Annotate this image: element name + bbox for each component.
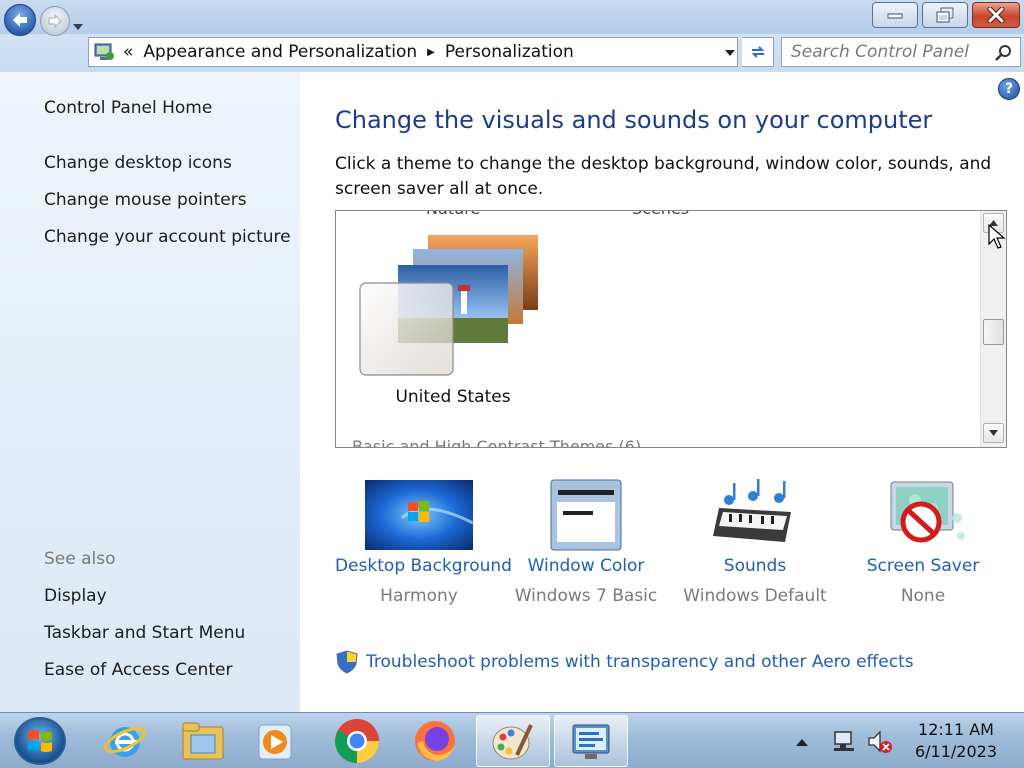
window-color-label[interactable]: Window Color: [512, 556, 660, 576]
help-icon[interactable]: ?: [998, 78, 1020, 100]
system-clock[interactable]: 12:11 AM 6/11/2023: [906, 719, 1006, 763]
breadcrumb-separator-icon[interactable]: ▶: [427, 47, 435, 58]
forward-arrow-icon: [48, 13, 62, 29]
search-box[interactable]: [781, 37, 1021, 67]
screen-saver-value: None: [900, 586, 946, 606]
control-panel-home-link[interactable]: Control Panel Home: [44, 98, 212, 118]
change-account-picture-link[interactable]: Change your account picture: [44, 227, 291, 247]
chrome-icon: [335, 719, 379, 763]
show-hidden-icons-icon[interactable]: [795, 737, 809, 747]
clock-date: 6/11/2023: [914, 742, 998, 761]
taskbar-chrome[interactable]: [320, 715, 394, 767]
window-color-setting[interactable]: Window Color Windows 7 Basic: [512, 478, 660, 606]
search-icon[interactable]: [994, 43, 1014, 63]
theme-scenes-label[interactable]: Scenes: [632, 211, 689, 218]
clock-time: 12:11 AM: [918, 720, 994, 739]
change-desktop-icons-link[interactable]: Change desktop icons: [44, 153, 232, 173]
chevron-down-icon: [725, 50, 735, 56]
address-dropdown-button[interactable]: [720, 45, 740, 61]
taskbar-media-player[interactable]: [238, 715, 312, 767]
uac-shield-icon: [336, 650, 358, 674]
scroll-thumb[interactable]: [983, 319, 1004, 345]
back-arrow-icon: [13, 13, 27, 27]
sounds-value: Windows Default: [683, 586, 827, 606]
volume-muted-icon[interactable]: [866, 729, 894, 755]
change-mouse-pointers-link[interactable]: Change mouse pointers: [44, 190, 247, 210]
recent-pages-dropdown[interactable]: [72, 16, 84, 35]
desktop-background-setting[interactable]: Desktop Background Harmony: [335, 478, 512, 606]
theme-nature-label[interactable]: Nature: [426, 211, 480, 218]
restore-icon: [936, 6, 955, 23]
back-button[interactable]: [4, 4, 36, 36]
breadcrumb-appearance[interactable]: Appearance and Personalization: [143, 42, 417, 62]
network-icon[interactable]: [832, 729, 858, 755]
troubleshoot-link[interactable]: Troubleshoot problems with transparency …: [336, 650, 914, 674]
taskbar-start-menu-link[interactable]: Taskbar and Start Menu: [44, 623, 245, 643]
screen-saver-label[interactable]: Screen Saver: [862, 556, 984, 576]
taskbar-internet-explorer[interactable]: [88, 715, 162, 767]
theme-united-states[interactable]: United States: [358, 233, 548, 413]
display-link[interactable]: Display: [44, 586, 107, 606]
screen-saver-setting[interactable]: Screen Saver None: [862, 478, 984, 606]
close-button[interactable]: [972, 2, 1020, 28]
screen-saver-icon: [890, 481, 965, 543]
windows-logo-icon: [28, 730, 52, 752]
forward-button[interactable]: [40, 6, 70, 36]
taskbar-windows-explorer[interactable]: [166, 715, 240, 767]
page-title: Change the visuals and sounds on your co…: [335, 106, 933, 134]
media-player-icon: [258, 724, 292, 760]
desktop-background-value: Harmony: [380, 586, 458, 606]
internet-explorer-icon: [104, 727, 146, 757]
chevron-down-icon: [989, 430, 998, 436]
restore-button[interactable]: [922, 2, 968, 28]
address-bar[interactable]: « Appearance and Personalization ▶ Perso…: [88, 37, 738, 67]
control-panel-icon: [572, 724, 610, 759]
window-color-icon: [550, 479, 622, 551]
chevron-down-icon: [73, 24, 83, 30]
theme-thumbnail-icon: [359, 235, 538, 376]
taskbar: 12:11 AM 6/11/2023: [0, 712, 1024, 768]
minimize-icon: [887, 13, 903, 19]
breadcrumb-overflow[interactable]: «: [123, 42, 133, 62]
desktop-background-icon: [365, 480, 474, 550]
firefox-icon: [415, 721, 455, 761]
sounds-label[interactable]: Sounds: [680, 556, 830, 576]
desktop-background-label[interactable]: Desktop Background: [335, 556, 512, 576]
taskbar-firefox[interactable]: [398, 715, 472, 767]
control-panel-icon: [94, 43, 114, 60]
theme-list[interactable]: Nature Scenes United States Basic and Hi…: [335, 210, 1007, 448]
window-color-value: Windows 7 Basic: [514, 586, 658, 606]
breadcrumb-personalization[interactable]: Personalization: [445, 42, 574, 62]
sounds-setting[interactable]: Sounds Windows Default: [680, 478, 830, 606]
theme-group-heading: Basic and High Contrast Themes (6): [352, 437, 642, 448]
start-button[interactable]: [14, 717, 66, 765]
search-input[interactable]: [782, 42, 982, 62]
sounds-icon: [713, 479, 791, 542]
theme-name-label: United States: [395, 387, 511, 407]
troubleshoot-label[interactable]: Troubleshoot problems with transparency …: [366, 652, 914, 672]
scroll-down-button[interactable]: [983, 423, 1004, 443]
window-titlebar: [0, 0, 1024, 34]
taskbar-control-panel[interactable]: [554, 715, 628, 767]
taskbar-paint[interactable]: [476, 715, 550, 767]
mouse-cursor-icon: [988, 224, 1006, 249]
paint-icon: [492, 724, 533, 760]
refresh-button[interactable]: [742, 37, 774, 67]
page-description: Click a theme to change the desktop back…: [335, 154, 992, 199]
close-icon: [987, 7, 1005, 23]
see-also-heading: See also: [44, 549, 116, 569]
refresh-icon: [751, 46, 764, 58]
minimize-button[interactable]: [872, 2, 918, 28]
folder-icon: [182, 722, 224, 760]
ease-of-access-link[interactable]: Ease of Access Center: [44, 660, 233, 680]
